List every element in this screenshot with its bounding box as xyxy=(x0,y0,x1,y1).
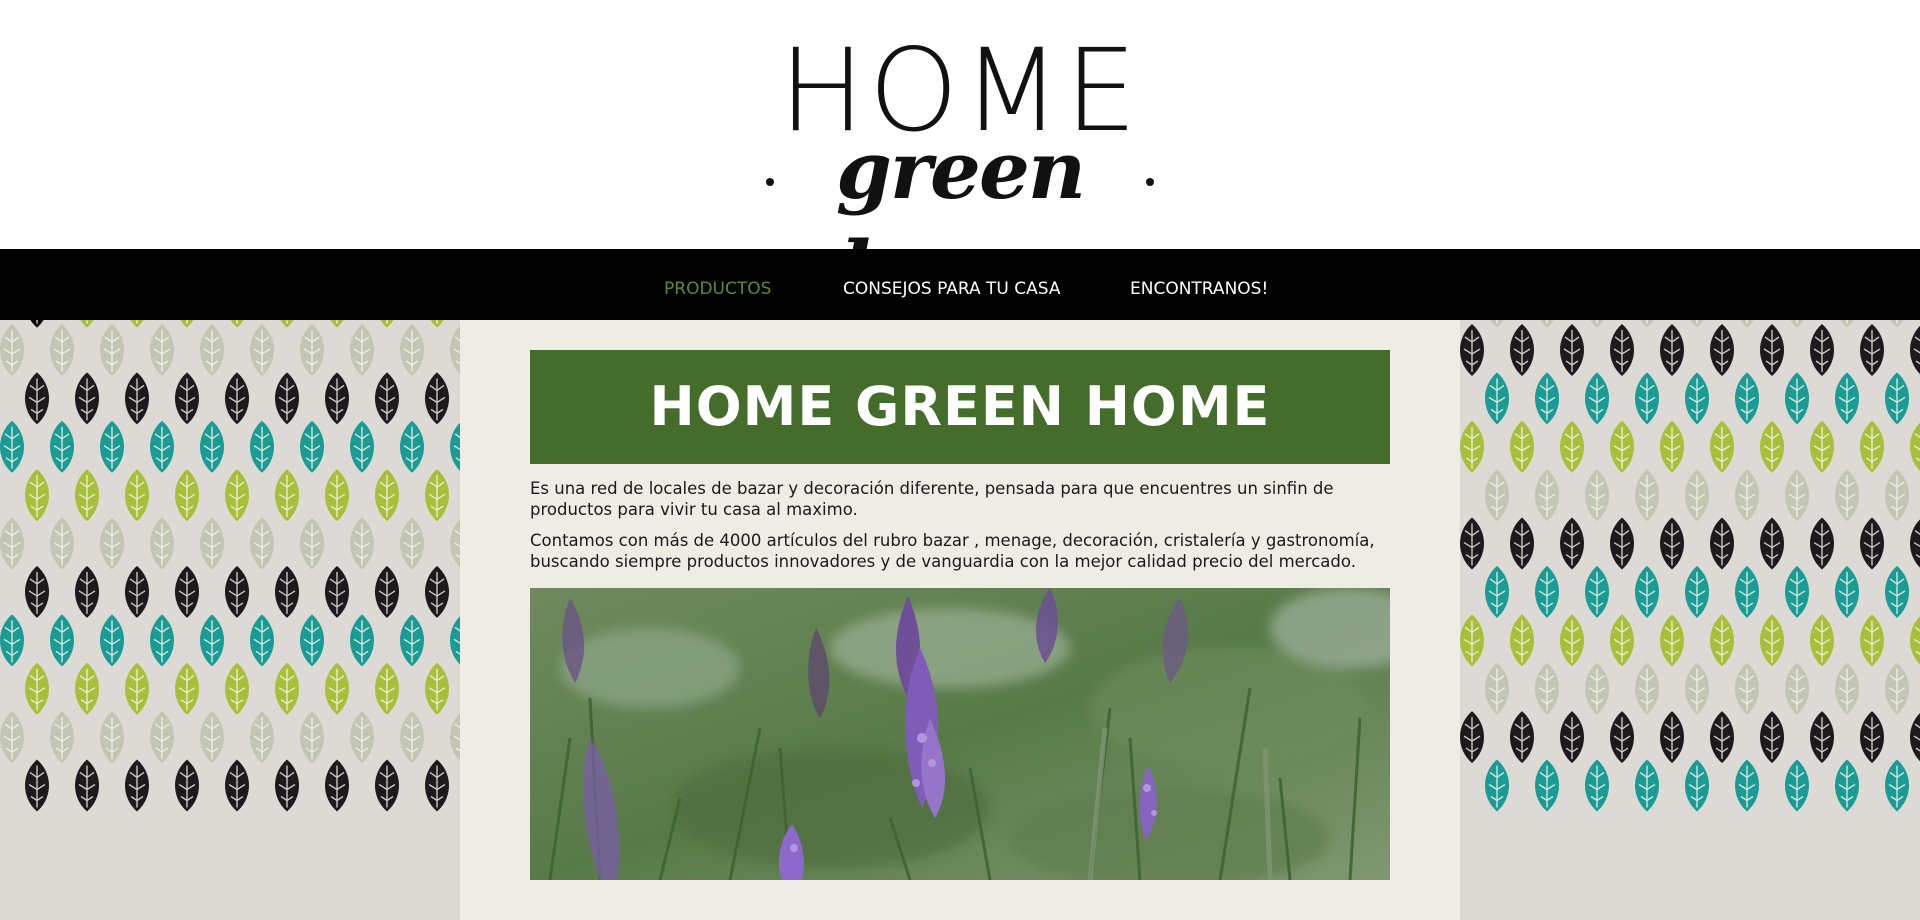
nav-item-encontranos[interactable]: ENCONTRANOS! xyxy=(1130,249,1268,320)
intro-paragraph: Es una red de locales de bazar y decorac… xyxy=(530,479,1334,519)
leaf-pattern-left xyxy=(0,320,460,920)
nav-item-productos[interactable]: PRODUCTOS xyxy=(664,249,771,320)
logo-dot-right xyxy=(1146,178,1154,186)
site-logo[interactable]: HOME green home xyxy=(760,20,1160,317)
lavender-photo xyxy=(530,588,1390,880)
nav-item-consejos[interactable]: CONSEJOS PARA TU CASA xyxy=(843,249,1061,320)
main-content: HOME GREEN HOME Es una red de locales de… xyxy=(460,320,1460,920)
main-navigation: PRODUCTOS CONSEJOS PARA TU CASA ENCONTRA… xyxy=(0,249,1920,320)
leaf-pattern-right xyxy=(1460,320,1920,920)
description-paragraph: Contamos con más de 4000 artículos del r… xyxy=(530,531,1375,571)
title-banner: HOME GREEN HOME xyxy=(530,350,1390,464)
site-header: HOME green home xyxy=(0,0,1920,317)
page-title: HOME GREEN HOME xyxy=(649,375,1271,438)
